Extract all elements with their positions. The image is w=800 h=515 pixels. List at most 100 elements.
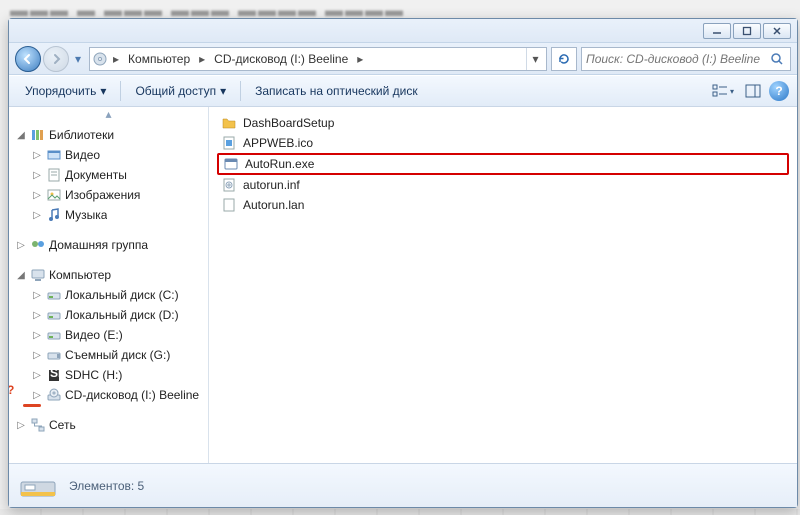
doc-icon [45, 167, 63, 183]
tree-network-node[interactable]: ▷ Сеть [9, 415, 208, 435]
search-input[interactable] [586, 52, 770, 66]
homegroup-icon [29, 237, 47, 253]
chevron-down-icon: ▾ [100, 84, 106, 98]
refresh-button[interactable] [551, 47, 577, 71]
drive-thumbnail-icon [17, 470, 59, 502]
tree-libraries: ◢ Библиотеки ▷ Видео ▷ Документы ▷ Изобр… [9, 125, 208, 225]
tree-label: Видео (E:) [65, 328, 123, 342]
status-bar: Элементов: 5 [9, 463, 797, 507]
breadcrumb-chevron[interactable]: ▸ [110, 52, 122, 66]
status-label: Элементов: [69, 479, 134, 493]
tree-network: ▷ Сеть [9, 415, 208, 435]
tree-homegroup: ▷ Домашняя группа [9, 235, 208, 255]
tree-label: Музыка [65, 208, 107, 222]
nav-arrows: ▾ [15, 46, 85, 72]
tree-computer: ◢ Компьютер ▷ Локальный диск (C:) ▷ Лока… [9, 265, 208, 405]
forward-button[interactable] [43, 46, 69, 72]
tree-computer-item[interactable]: ▷ Локальный диск (C:) [9, 285, 208, 305]
back-button[interactable] [15, 46, 41, 72]
tree-computer-item[interactable]: ▷ Съемный диск (G:) [9, 345, 208, 365]
file-name: Autorun.lan [243, 198, 304, 212]
explorer-window: ▾ ▸ Компьютер ▸ CD-дисковод (I:) Beeline… [8, 18, 798, 508]
minimize-button[interactable] [703, 23, 731, 39]
tree-library-item[interactable]: ▷ Изображения [9, 185, 208, 205]
breadcrumb-chevron[interactable]: ▸ [354, 52, 366, 66]
collapse-icon[interactable]: ◢ [15, 270, 27, 281]
video-icon [45, 147, 63, 163]
expand-icon[interactable]: ▷ [31, 390, 43, 401]
tree-library-item[interactable]: ▷ Документы [9, 165, 208, 185]
tree-homegroup-node[interactable]: ▷ Домашняя группа [9, 235, 208, 255]
tree-computer-item[interactable]: ? ▷ CD-дисковод (I:) Beeline [9, 385, 208, 405]
address-bar[interactable]: ▸ Компьютер ▸ CD-дисковод (I:) Beeline ▸… [89, 47, 547, 71]
tree-computer-node[interactable]: ◢ Компьютер [9, 265, 208, 285]
tree-library-item[interactable]: ▷ Музыка [9, 205, 208, 225]
close-button[interactable] [763, 23, 791, 39]
drive-icon [45, 307, 63, 323]
sd-icon: SD [45, 367, 63, 383]
breadcrumb-cd-beeline[interactable]: CD-дисковод (I:) Beeline [208, 48, 354, 70]
expand-icon[interactable]: ▷ [31, 330, 43, 341]
expand-icon[interactable]: ▷ [31, 170, 43, 181]
file-name: autorun.inf [243, 178, 300, 192]
help-button[interactable]: ? [769, 81, 789, 101]
expand-icon[interactable]: ▷ [31, 150, 43, 161]
file-name: DashBoardSetup [243, 116, 334, 130]
preview-pane-button[interactable] [739, 80, 767, 102]
tree-label: Компьютер [49, 268, 111, 282]
tree-label: Локальный диск (C:) [65, 288, 179, 302]
file-name: AutoRun.exe [245, 157, 314, 171]
burn-button[interactable]: Записать на оптический диск [247, 80, 426, 102]
expand-icon[interactable]: ▷ [31, 370, 43, 381]
explorer-body: ▴ ◢ Библиотеки ▷ Видео ▷ Документы ▷ Изо… [9, 107, 797, 463]
tree-computer-item[interactable]: ▷ Видео (E:) [9, 325, 208, 345]
nav-history-dropdown[interactable]: ▾ [71, 49, 85, 69]
search-box[interactable] [581, 47, 791, 71]
collapse-icon[interactable]: ◢ [15, 130, 27, 141]
share-label: Общий доступ [135, 84, 216, 98]
tree-label: Локальный диск (D:) [65, 308, 179, 322]
expand-icon[interactable]: ▷ [31, 210, 43, 221]
address-dropdown[interactable]: ▾ [526, 48, 544, 70]
expand-icon[interactable]: ▷ [15, 420, 27, 431]
file-item[interactable]: AutoRun.exe [217, 153, 789, 175]
scroll-up-icon[interactable]: ▴ [9, 107, 208, 121]
breadcrumb-chevron[interactable]: ▸ [196, 52, 208, 66]
organize-button[interactable]: Упорядочить ▾ [17, 80, 114, 102]
maximize-button[interactable] [733, 23, 761, 39]
ico-icon [221, 135, 237, 151]
navigation-pane: ▴ ◢ Библиотеки ▷ Видео ▷ Документы ▷ Изо… [9, 107, 209, 463]
file-name: APPWEB.ico [243, 136, 313, 150]
file-item[interactable]: autorun.inf [217, 175, 789, 195]
tree-computer-item[interactable]: ▷ SD SDHC (H:) [9, 365, 208, 385]
breadcrumb-computer[interactable]: Компьютер [122, 48, 196, 70]
chevron-down-icon: ▾ [220, 84, 226, 98]
expand-icon[interactable]: ▷ [31, 350, 43, 361]
expand-icon[interactable]: ▷ [15, 240, 27, 251]
search-icon [770, 52, 786, 66]
libraries-icon [29, 127, 47, 143]
computer-icon [29, 267, 47, 283]
tree-label: Документы [65, 168, 127, 182]
tree-label: CD-дисковод (I:) Beeline [65, 388, 199, 402]
file-item[interactable]: DashBoardSetup [217, 113, 789, 133]
tree-label: Библиотеки [49, 128, 114, 142]
tree-libraries-node[interactable]: ◢ Библиотеки [9, 125, 208, 145]
annotation-underline [23, 404, 41, 407]
image-icon [45, 187, 63, 203]
tree-computer-item[interactable]: ▷ Локальный диск (D:) [9, 305, 208, 325]
expand-icon[interactable]: ▷ [31, 310, 43, 321]
view-mode-button[interactable]: ▾ [709, 80, 737, 102]
expand-icon[interactable]: ▷ [31, 190, 43, 201]
expand-icon[interactable]: ▷ [31, 290, 43, 301]
network-icon [29, 417, 47, 433]
burn-label: Записать на оптический диск [255, 84, 418, 98]
share-button[interactable]: Общий доступ ▾ [127, 80, 234, 102]
file-list[interactable]: DashBoardSetup APPWEB.ico AutoRun.exe au… [209, 107, 797, 463]
tree-library-item[interactable]: ▷ Видео [9, 145, 208, 165]
file-item[interactable]: APPWEB.ico [217, 133, 789, 153]
tree-label: Домашняя группа [49, 238, 148, 252]
drive-icon [45, 287, 63, 303]
file-item[interactable]: Autorun.lan [217, 195, 789, 215]
status-text: Элементов: 5 [69, 479, 144, 493]
